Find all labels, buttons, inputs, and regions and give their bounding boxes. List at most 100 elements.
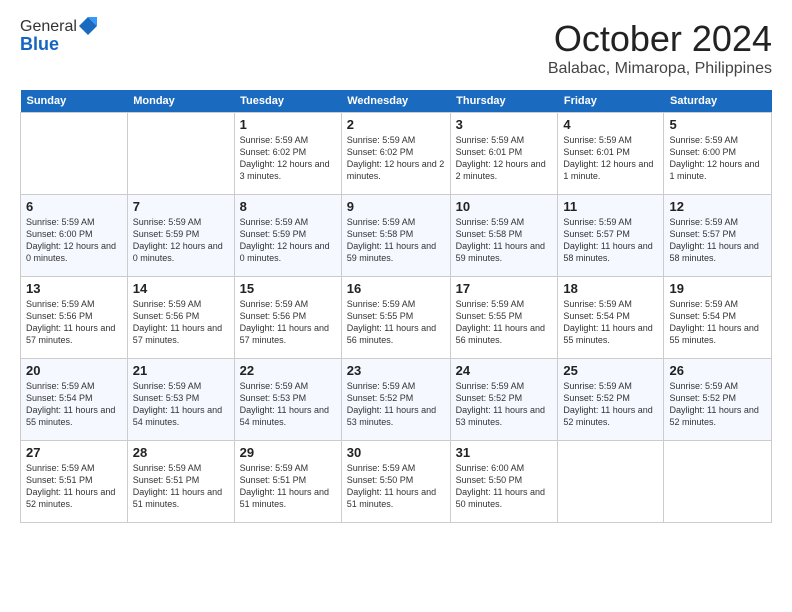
- calendar-cell: 8 Sunrise: 5:59 AM Sunset: 5:59 PM Daylig…: [234, 195, 341, 277]
- day-number: 12: [669, 199, 766, 214]
- day-number: 9: [347, 199, 445, 214]
- day-number: 27: [26, 445, 122, 460]
- day-number: 7: [133, 199, 229, 214]
- calendar-cell: [127, 113, 234, 195]
- month-title: October 2024: [548, 18, 772, 60]
- day-info: Sunrise: 5:59 AM Sunset: 6:01 PM Dayligh…: [456, 134, 553, 183]
- calendar-cell: 19Sunrise: 5:59 AM Sunset: 5:54 PM Dayli…: [664, 277, 772, 359]
- day-number: 31: [456, 445, 553, 460]
- calendar-cell: [21, 113, 128, 195]
- weekday-header-thursday: Thursday: [450, 90, 558, 113]
- week-row-2: 6 Sunrise: 5:59 AM Sunset: 6:00 PM Daylig…: [21, 195, 772, 277]
- day-info: Sunrise: 5:59 AM Sunset: 5:56 PM Dayligh…: [240, 298, 336, 347]
- day-info: Sunrise: 5:59 AM Sunset: 5:53 PM Dayligh…: [133, 380, 229, 429]
- day-info: Sunrise: 5:59 AM Sunset: 5:58 PM Dayligh…: [456, 216, 553, 265]
- calendar-cell: 2Sunrise: 5:59 AM Sunset: 6:02 PM Daylig…: [341, 113, 450, 195]
- logo-blue: Blue: [20, 34, 97, 55]
- day-number: 10: [456, 199, 553, 214]
- calendar-cell: 28Sunrise: 5:59 AM Sunset: 5:51 PM Dayli…: [127, 441, 234, 523]
- day-info: Sunrise: 5:59 AM Sunset: 6:02 PM Dayligh…: [240, 134, 336, 183]
- calendar-cell: 1 Sunrise: 5:59 AM Sunset: 6:02 PM Daylig…: [234, 113, 341, 195]
- calendar-cell: 15 Sunrise: 5:59 AM Sunset: 5:56 PM Dayli…: [234, 277, 341, 359]
- calendar-cell: 14Sunrise: 5:59 AM Sunset: 5:56 PM Dayli…: [127, 277, 234, 359]
- calendar-cell: 16 Sunrise: 5:59 AM Sunset: 5:55 PM Dayli…: [341, 277, 450, 359]
- calendar-cell: [558, 441, 664, 523]
- day-info: Sunrise: 5:59 AM Sunset: 5:52 PM Dayligh…: [456, 380, 553, 429]
- day-info: Sunrise: 6:00 AM Sunset: 5:50 PM Dayligh…: [456, 462, 553, 511]
- day-info: Sunrise: 5:59 AM Sunset: 6:02 PM Dayligh…: [347, 134, 445, 183]
- day-number: 17: [456, 281, 553, 296]
- calendar-cell: 29 Sunrise: 5:59 AM Sunset: 5:51 PM Dayli…: [234, 441, 341, 523]
- day-number: 15: [240, 281, 336, 296]
- calendar-cell: 3 Sunrise: 5:59 AM Sunset: 6:01 PM Daylig…: [450, 113, 558, 195]
- day-info: Sunrise: 5:59 AM Sunset: 5:51 PM Dayligh…: [26, 462, 122, 511]
- week-row-5: 27 Sunrise: 5:59 AM Sunset: 5:51 PM Dayli…: [21, 441, 772, 523]
- day-info: Sunrise: 5:59 AM Sunset: 5:53 PM Dayligh…: [240, 380, 336, 429]
- day-number: 19: [669, 281, 766, 296]
- day-info: Sunrise: 5:59 AM Sunset: 5:55 PM Dayligh…: [347, 298, 445, 347]
- day-number: 29: [240, 445, 336, 460]
- calendar-cell: 4 Sunrise: 5:59 AM Sunset: 6:01 PM Daylig…: [558, 113, 664, 195]
- calendar-cell: 10 Sunrise: 5:59 AM Sunset: 5:58 PM Dayli…: [450, 195, 558, 277]
- day-number: 20: [26, 363, 122, 378]
- day-number: 4: [563, 117, 658, 132]
- day-number: 13: [26, 281, 122, 296]
- calendar-cell: 12 Sunrise: 5:59 AM Sunset: 5:57 PM Dayli…: [664, 195, 772, 277]
- calendar-cell: 24 Sunrise: 5:59 AM Sunset: 5:52 PM Dayli…: [450, 359, 558, 441]
- week-row-4: 20 Sunrise: 5:59 AM Sunset: 5:54 PM Dayli…: [21, 359, 772, 441]
- day-number: 3: [456, 117, 553, 132]
- calendar-cell: 26Sunrise: 5:59 AM Sunset: 5:52 PM Dayli…: [664, 359, 772, 441]
- day-number: 14: [133, 281, 229, 296]
- location: Balabac, Mimaropa, Philippines: [548, 60, 772, 78]
- day-info: Sunrise: 5:59 AM Sunset: 5:50 PM Dayligh…: [347, 462, 445, 511]
- day-info: Sunrise: 5:59 AM Sunset: 5:51 PM Dayligh…: [133, 462, 229, 511]
- calendar-cell: 21Sunrise: 5:59 AM Sunset: 5:53 PM Dayli…: [127, 359, 234, 441]
- logo-icon: [79, 17, 97, 35]
- week-row-3: 13 Sunrise: 5:59 AM Sunset: 5:56 PM Dayli…: [21, 277, 772, 359]
- day-info: Sunrise: 5:59 AM Sunset: 6:00 PM Dayligh…: [669, 134, 766, 183]
- day-number: 6: [26, 199, 122, 214]
- day-info: Sunrise: 5:59 AM Sunset: 5:59 PM Dayligh…: [240, 216, 336, 265]
- day-number: 8: [240, 199, 336, 214]
- day-number: 16: [347, 281, 445, 296]
- weekday-header-monday: Monday: [127, 90, 234, 113]
- day-info: Sunrise: 5:59 AM Sunset: 5:51 PM Dayligh…: [240, 462, 336, 511]
- day-number: 5: [669, 117, 766, 132]
- weekday-header-row: SundayMondayTuesdayWednesdayThursdayFrid…: [21, 90, 772, 113]
- day-info: Sunrise: 5:59 AM Sunset: 5:57 PM Dayligh…: [669, 216, 766, 265]
- weekday-header-friday: Friday: [558, 90, 664, 113]
- calendar-cell: 27 Sunrise: 5:59 AM Sunset: 5:51 PM Dayli…: [21, 441, 128, 523]
- calendar-table: SundayMondayTuesdayWednesdayThursdayFrid…: [20, 90, 772, 523]
- header: General Blue October 2024 Balabac, Mimar…: [20, 18, 772, 78]
- calendar-cell: 25Sunrise: 5:59 AM Sunset: 5:52 PM Dayli…: [558, 359, 664, 441]
- day-info: Sunrise: 5:59 AM Sunset: 6:00 PM Dayligh…: [26, 216, 122, 265]
- calendar-cell: 30Sunrise: 5:59 AM Sunset: 5:50 PM Dayli…: [341, 441, 450, 523]
- day-number: 22: [240, 363, 336, 378]
- day-info: Sunrise: 5:59 AM Sunset: 5:56 PM Dayligh…: [26, 298, 122, 347]
- calendar-cell: [664, 441, 772, 523]
- day-info: Sunrise: 5:59 AM Sunset: 5:52 PM Dayligh…: [669, 380, 766, 429]
- calendar-cell: 11Sunrise: 5:59 AM Sunset: 5:57 PM Dayli…: [558, 195, 664, 277]
- calendar-cell: 18 Sunrise: 5:59 AM Sunset: 5:54 PM Dayli…: [558, 277, 664, 359]
- day-info: Sunrise: 5:59 AM Sunset: 5:58 PM Dayligh…: [347, 216, 445, 265]
- day-info: Sunrise: 5:59 AM Sunset: 6:01 PM Dayligh…: [563, 134, 658, 183]
- day-number: 18: [563, 281, 658, 296]
- calendar-cell: 20 Sunrise: 5:59 AM Sunset: 5:54 PM Dayli…: [21, 359, 128, 441]
- day-info: Sunrise: 5:59 AM Sunset: 5:54 PM Dayligh…: [563, 298, 658, 347]
- weekday-header-tuesday: Tuesday: [234, 90, 341, 113]
- calendar-cell: 31 Sunrise: 6:00 AM Sunset: 5:50 PM Dayli…: [450, 441, 558, 523]
- logo: General Blue: [20, 18, 97, 55]
- day-number: 24: [456, 363, 553, 378]
- day-number: 11: [563, 199, 658, 214]
- weekday-header-wednesday: Wednesday: [341, 90, 450, 113]
- day-info: Sunrise: 5:59 AM Sunset: 5:54 PM Dayligh…: [26, 380, 122, 429]
- day-info: Sunrise: 5:59 AM Sunset: 5:55 PM Dayligh…: [456, 298, 553, 347]
- calendar-cell: 13 Sunrise: 5:59 AM Sunset: 5:56 PM Dayli…: [21, 277, 128, 359]
- calendar-cell: 5 Sunrise: 5:59 AM Sunset: 6:00 PM Daylig…: [664, 113, 772, 195]
- day-number: 1: [240, 117, 336, 132]
- calendar-cell: 23Sunrise: 5:59 AM Sunset: 5:52 PM Dayli…: [341, 359, 450, 441]
- calendar-cell: 7 Sunrise: 5:59 AM Sunset: 5:59 PM Daylig…: [127, 195, 234, 277]
- week-row-1: 1 Sunrise: 5:59 AM Sunset: 6:02 PM Daylig…: [21, 113, 772, 195]
- day-info: Sunrise: 5:59 AM Sunset: 5:59 PM Dayligh…: [133, 216, 229, 265]
- day-info: Sunrise: 5:59 AM Sunset: 5:52 PM Dayligh…: [347, 380, 445, 429]
